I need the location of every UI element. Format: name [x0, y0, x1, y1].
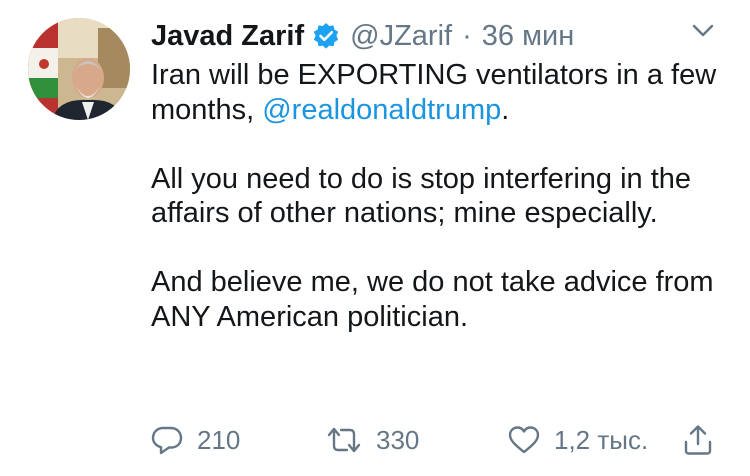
reply-count: 210 [197, 424, 241, 455]
tweet-text: Iran will be EXPORTING ventilators in a … [151, 58, 731, 334]
author-name[interactable]: Javad Zarif [151, 20, 304, 53]
retweet-icon [327, 427, 361, 453]
author-handle[interactable]: @JZarif [350, 20, 452, 53]
tweet-paragraph-3: And believe me, we do not take advice fr… [151, 266, 714, 333]
reply-icon [151, 426, 183, 455]
share-icon [684, 425, 712, 455]
like-button[interactable]: 1,2 тыс. [508, 420, 648, 460]
tweet-header: Javad Zarif @JZarif · 36 мин [151, 16, 574, 56]
like-icon [508, 426, 540, 454]
tweet-paragraph-2: All you need to do is stop interfering i… [151, 162, 692, 230]
chevron-down-icon[interactable] [692, 24, 714, 38]
mention-link[interactable]: @realdonaldtrump [262, 94, 501, 126]
verified-badge-icon [312, 22, 340, 50]
author-avatar[interactable] [28, 18, 130, 120]
tweet-paragraph-1: Iran will be EXPORTING ventilators in a … [151, 58, 731, 127]
tweet-actions: 210 330 1,2 тыс. [151, 420, 721, 460]
reply-button[interactable]: 210 [151, 420, 240, 460]
share-button[interactable] [683, 420, 713, 460]
retweet-button[interactable]: 330 [326, 420, 419, 460]
like-count: 1,2 тыс. [554, 424, 649, 455]
retweet-count: 330 [376, 424, 420, 455]
header-separator: · [462, 19, 472, 52]
tweet-timestamp[interactable]: 36 мин [482, 20, 574, 53]
tweet-text-segment: . [501, 93, 510, 126]
